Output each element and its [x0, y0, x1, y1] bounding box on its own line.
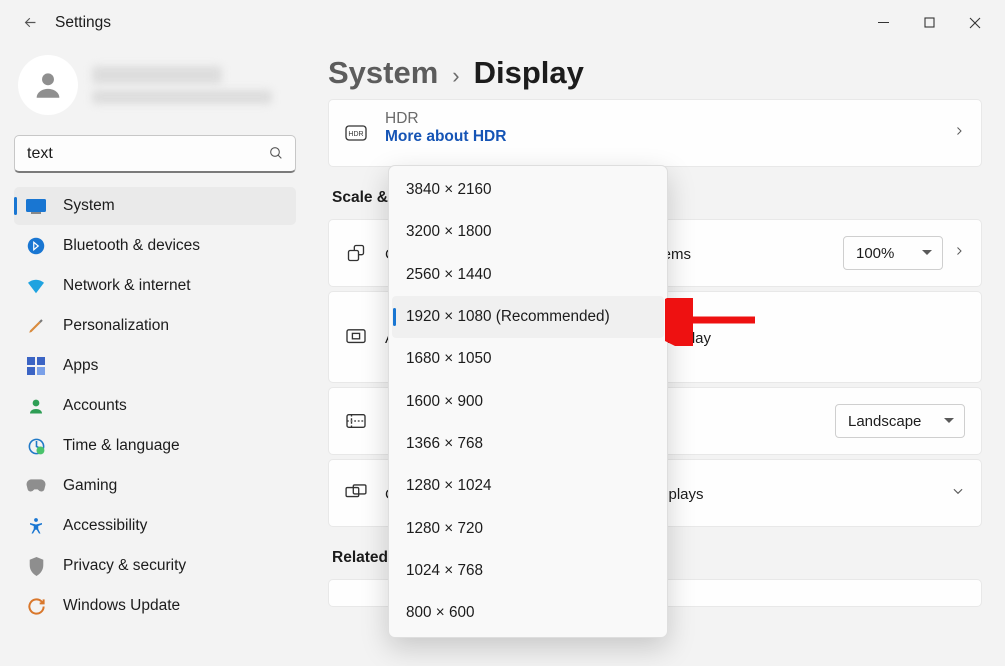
resolution-dropdown: 3840 × 2160 3200 × 1800 2560 × 1440 1920… [388, 165, 668, 638]
user-info[interactable] [14, 53, 296, 127]
orientation-icon [345, 410, 367, 432]
scale-icon [345, 242, 367, 264]
breadcrumb: System › Display [328, 55, 991, 91]
shield-icon [26, 556, 46, 576]
avatar [18, 55, 78, 115]
svg-text:HDR: HDR [348, 131, 363, 138]
chevron-down-icon [951, 484, 965, 503]
sidebar-item-label: Gaming [63, 477, 117, 495]
resolution-option[interactable]: 1280 × 1024 [392, 465, 664, 507]
back-button[interactable] [13, 6, 47, 40]
search-icon [268, 145, 284, 166]
resolution-option[interactable]: 3840 × 2160 [392, 169, 664, 211]
system-icon [26, 196, 46, 216]
sidebar-item-personalization[interactable]: Personalization [14, 307, 296, 345]
sidebar-item-bluetooth[interactable]: Bluetooth & devices [14, 227, 296, 265]
bluetooth-icon [26, 236, 46, 256]
orientation-select[interactable]: Landscape [835, 404, 965, 438]
sidebar-item-label: Windows Update [63, 597, 180, 615]
paint-icon [26, 316, 46, 336]
setting-title: HDR [385, 110, 935, 128]
annotation-arrow-icon [665, 298, 760, 346]
sidebar-item-system[interactable]: System [14, 187, 296, 225]
sidebar-item-gaming[interactable]: Gaming [14, 467, 296, 505]
close-button[interactable] [952, 6, 998, 39]
chevron-right-icon[interactable] [953, 244, 965, 262]
close-icon [969, 17, 981, 29]
clock-globe-icon [26, 436, 46, 456]
minimize-button[interactable] [860, 6, 906, 39]
sidebar-item-label: Network & internet [63, 277, 191, 295]
chevron-right-icon [953, 124, 965, 142]
nav-list: System Bluetooth & devices Network & int… [14, 187, 296, 625]
resolution-option-selected[interactable]: 1920 × 1080 (Recommended) [392, 296, 664, 338]
resolution-option[interactable]: 1024 × 768 [392, 550, 664, 592]
apps-icon [26, 356, 46, 376]
person-icon [26, 396, 46, 416]
gamepad-icon [26, 476, 46, 496]
sidebar: System Bluetooth & devices Network & int… [0, 45, 308, 625]
sidebar-item-accessibility[interactable]: Accessibility [14, 507, 296, 545]
wifi-icon [26, 276, 46, 296]
hdr-icon: HDR [345, 122, 367, 144]
sidebar-item-network[interactable]: Network & internet [14, 267, 296, 305]
sidebar-item-time[interactable]: Time & language [14, 427, 296, 465]
resolution-icon [345, 326, 367, 348]
accessibility-icon [26, 516, 46, 536]
window-buttons [860, 6, 998, 39]
resolution-option[interactable]: 3200 × 1800 [392, 211, 664, 253]
resolution-option[interactable]: 800 × 600 [392, 592, 664, 634]
search-wrap [14, 135, 296, 173]
setting-card-hdr[interactable]: HDR HDR More about HDR [328, 99, 982, 167]
multiple-displays-icon [345, 482, 367, 504]
breadcrumb-current: Display [474, 55, 584, 91]
resolution-option[interactable]: 1280 × 720 [392, 507, 664, 549]
breadcrumb-root[interactable]: System [328, 55, 438, 91]
sidebar-item-update[interactable]: Windows Update [14, 587, 296, 625]
maximize-icon [924, 17, 935, 28]
resolution-option[interactable]: 1366 × 768 [392, 423, 664, 465]
search-input[interactable] [14, 135, 296, 173]
resolution-option[interactable]: 1600 × 900 [392, 380, 664, 422]
sidebar-item-privacy[interactable]: Privacy & security [14, 547, 296, 585]
sidebar-item-label: Time & language [63, 437, 180, 455]
hdr-link[interactable]: More about HDR [385, 128, 935, 146]
refresh-icon [26, 596, 46, 616]
sidebar-item-label: Accessibility [63, 517, 147, 535]
minimize-icon [878, 17, 889, 28]
sidebar-item-label: Personalization [63, 317, 169, 335]
app-title: Settings [55, 14, 111, 32]
sidebar-item-label: System [63, 197, 115, 215]
sidebar-item-accounts[interactable]: Accounts [14, 387, 296, 425]
sidebar-item-apps[interactable]: Apps [14, 347, 296, 385]
breadcrumb-sep: › [452, 63, 459, 89]
titlebar: Settings [0, 0, 1005, 45]
sidebar-item-label: Accounts [63, 397, 127, 415]
sidebar-item-label: Apps [63, 357, 98, 375]
resolution-option[interactable]: 2560 × 1440 [392, 254, 664, 296]
user-info-text [92, 66, 272, 104]
resolution-option[interactable]: 1680 × 1050 [392, 338, 664, 380]
scale-select[interactable]: 100% [843, 236, 943, 270]
sidebar-item-label: Privacy & security [63, 557, 186, 575]
sidebar-item-label: Bluetooth & devices [63, 237, 200, 255]
maximize-button[interactable] [906, 6, 952, 39]
arrow-left-icon [22, 14, 39, 31]
